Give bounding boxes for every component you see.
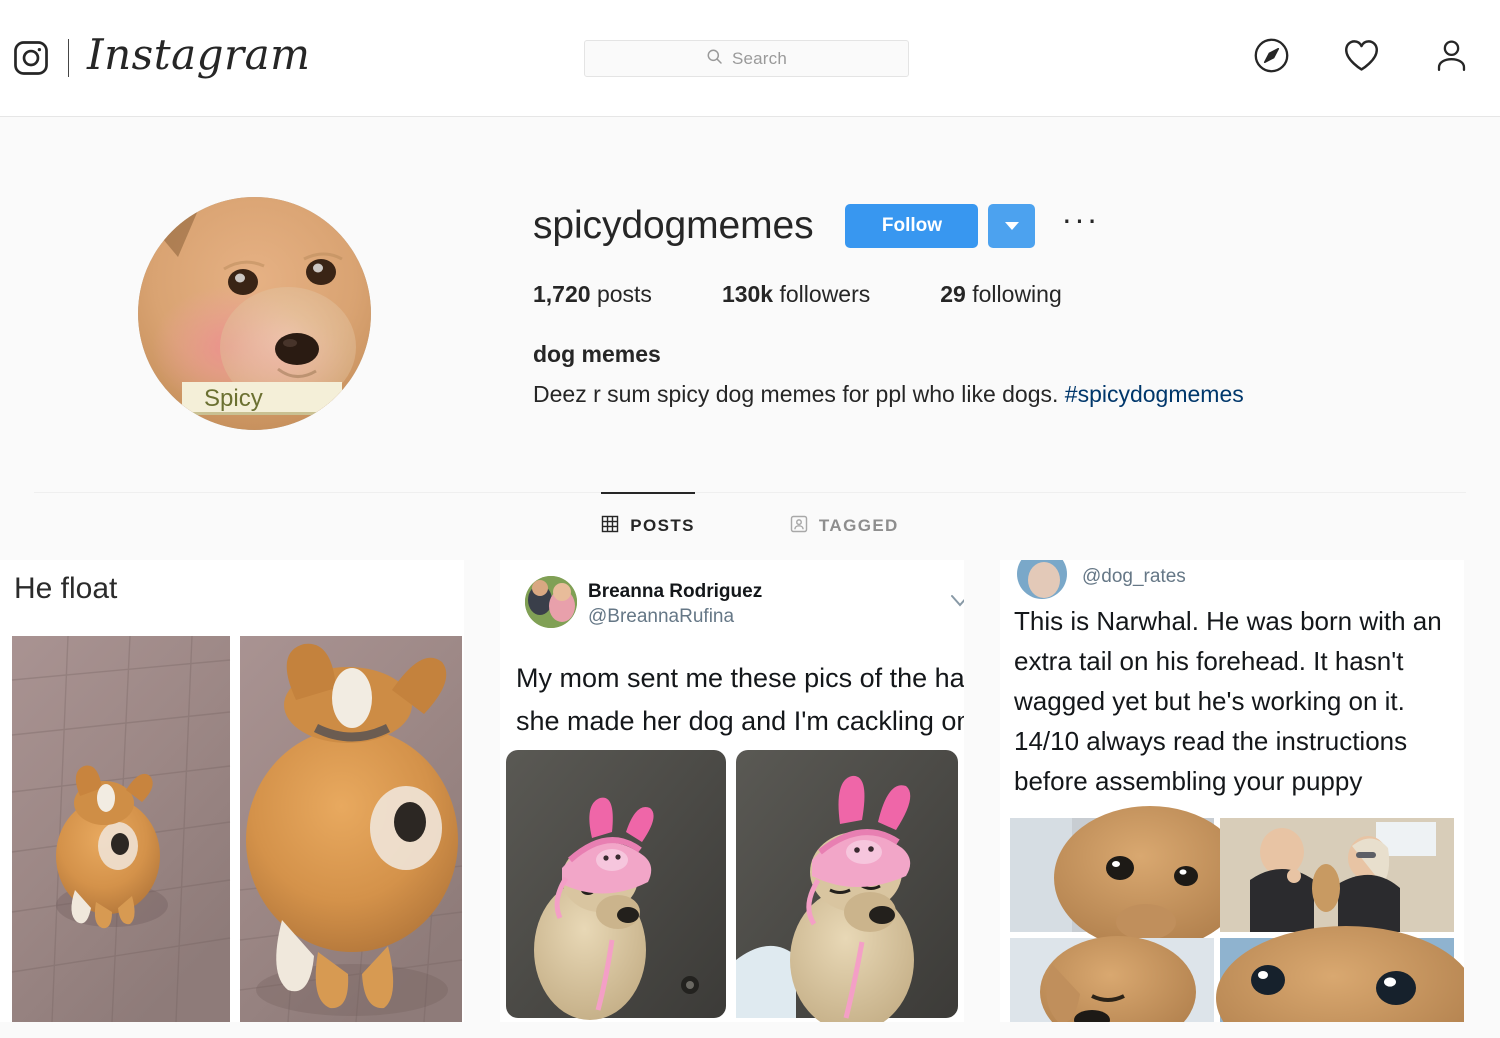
stat-followers-value: 130k: [721, 281, 774, 307]
search-field-wrapper[interactable]: Search: [584, 40, 909, 77]
post-3-tweet-line-5: before assembling your puppy: [1014, 766, 1362, 796]
search-placeholder-text: Search: [731, 48, 788, 68]
search-input[interactable]: Search: [584, 40, 909, 77]
profile-bio: dog memes Deez r sum spicy dog memes for…: [533, 338, 1466, 412]
profile-tab-bar: POSTS TAGGED: [34, 492, 1466, 556]
post-2-tweet-line-1: My mom sent me these pics of the hat: [516, 663, 964, 693]
brand-divider: [68, 39, 69, 77]
post-bunny-hat-dog[interactable]: Breanna Rodriguez @BreannaRufina My mom …: [500, 560, 964, 1022]
stat-followers-label: followers: [779, 281, 871, 307]
post-3-tweet-line-1: This is Narwhal. He was born with an: [1014, 606, 1442, 636]
tab-tagged-label: TAGGED: [818, 516, 899, 535]
follow-button[interactable]: Follow: [845, 204, 979, 248]
brand-logo[interactable]: Instagram: [12, 34, 310, 82]
stat-following-label: following: [972, 281, 1062, 307]
bio-description-text: Deez r sum spicy dog memes for ppl who l…: [533, 381, 1065, 408]
stat-followers[interactable]: 130k followers: [722, 281, 870, 308]
profile-username: spicydogmemes: [533, 204, 814, 247]
bio-description: Deez r sum spicy dog memes for ppl who l…: [533, 377, 1466, 412]
profile-stats: 1,720 posts 130k followers 29 following: [533, 281, 1466, 308]
posts-grid: He float Breanna Rodriguez @BreannaRufin…: [0, 560, 1466, 1022]
chevron-down-icon: [1004, 222, 1019, 230]
tab-posts-label: POSTS: [630, 516, 695, 535]
username-row: spicydogmemes Follow ···: [533, 203, 1466, 249]
post-3-tweet-line-4: 14/10 always read the instructions: [1014, 726, 1407, 756]
bio-display-name: dog memes: [533, 341, 661, 367]
stat-following-value: 29: [940, 281, 966, 307]
bio-hashtag-link[interactable]: #spicydogmemes: [1065, 381, 1244, 407]
follow-options-dropdown-button[interactable]: [988, 204, 1036, 248]
stat-following[interactable]: 29 following: [940, 281, 1061, 308]
post-3-tweet-line-3: wagged yet but he's working on it.: [1013, 686, 1405, 716]
grid-icon: [601, 515, 619, 538]
post-2-author-handle: @BreannaRufina: [588, 606, 734, 627]
profile-avatar[interactable]: Spicy: [138, 197, 371, 430]
avatar-caption-text: Spicy: [204, 385, 263, 412]
post-2-tweet-line-2: she made her dog and I'm cackling omg: [516, 706, 964, 736]
tab-posts[interactable]: POSTS: [601, 492, 695, 556]
profile-page: Spicy spicydogmemes Follow ··· 1,720 pos…: [0, 117, 1500, 1022]
post-1-caption-text: He float: [14, 572, 118, 605]
profile-person-icon[interactable]: [1433, 37, 1470, 79]
activity-heart-icon[interactable]: [1342, 36, 1381, 80]
post-narwhal-dog-rates[interactable]: @dog_rates This is Narwhal. He was born …: [1000, 560, 1464, 1022]
stat-posts[interactable]: 1,720 posts: [533, 281, 652, 308]
top-navigation-bar: Instagram Search: [0, 0, 1500, 117]
more-options-button[interactable]: ···: [1057, 203, 1103, 243]
post-3-tweet-line-2: extra tail on his forehead. It hasn't: [1014, 646, 1404, 676]
post-2-author-name: Breanna Rodriguez: [588, 581, 762, 602]
tab-tagged[interactable]: TAGGED: [790, 492, 899, 556]
stat-posts-label: posts: [596, 281, 652, 307]
instagram-camera-icon[interactable]: [12, 39, 50, 77]
search-icon: [706, 48, 723, 70]
instagram-wordmark[interactable]: Instagram: [87, 34, 310, 82]
avatar-column: Spicy: [138, 197, 533, 430]
tagged-person-icon: [790, 515, 808, 538]
post-corgi-float[interactable]: He float: [0, 560, 464, 1022]
stat-posts-value: 1,720: [533, 281, 591, 307]
profile-info-column: spicydogmemes Follow ··· 1,720 posts 130…: [533, 197, 1466, 430]
navbar-icon-group: [1253, 36, 1470, 80]
explore-compass-icon[interactable]: [1253, 37, 1290, 79]
profile-header: Spicy spicydogmemes Follow ··· 1,720 pos…: [34, 117, 1466, 430]
post-3-author-handle: @dog_rates: [1082, 566, 1186, 587]
